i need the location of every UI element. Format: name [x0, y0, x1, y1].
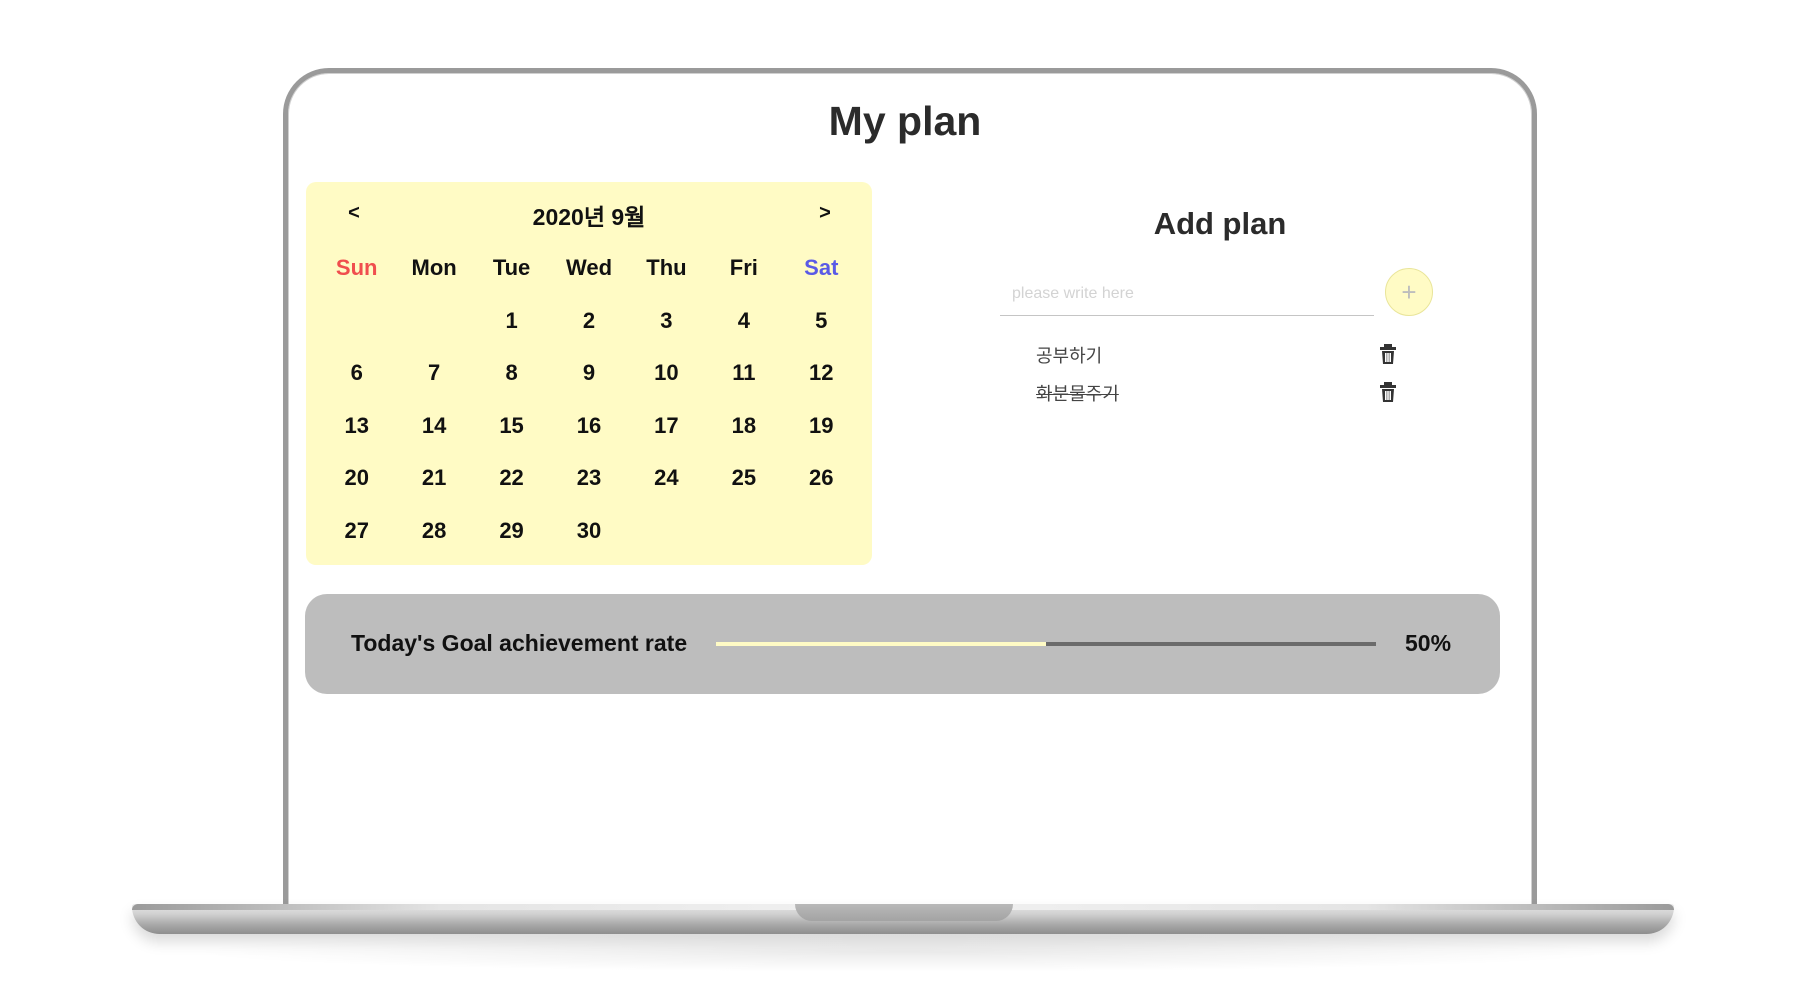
calendar-day-22[interactable]: 22	[473, 452, 550, 505]
weekday-wed: Wed	[565, 255, 613, 281]
calendar-blank-cell	[395, 295, 472, 348]
calendar-day-28[interactable]: 28	[395, 505, 472, 558]
weekday-sun: Sun	[335, 255, 378, 281]
calendar-day-9[interactable]: 9	[550, 347, 627, 400]
calendar-day-18[interactable]: 18	[705, 400, 782, 453]
weekday-sat: Sat	[804, 255, 839, 281]
plan-item[interactable]: 화분물주기	[1036, 376, 1406, 414]
calendar-day-14[interactable]: 14	[395, 400, 472, 453]
calendar-day-13[interactable]: 13	[318, 400, 395, 453]
calendar-day-19[interactable]: 19	[783, 400, 860, 453]
plan-item-text[interactable]: 공부하기	[1036, 342, 1102, 368]
calendar-day-3[interactable]: 3	[628, 295, 705, 348]
weekday-thu: Thu	[646, 255, 687, 281]
plan-input[interactable]	[1000, 272, 1374, 316]
progress-label: Today's Goal achievement rate	[351, 630, 688, 656]
calendar: < 2020년 9월 > Sun Mon Tue Wed Thu Fri Sat 1 2 3 4 5 6…	[306, 182, 872, 565]
calendar-day-5[interactable]: 5	[783, 295, 860, 348]
calendar-day-26[interactable]: 26	[783, 452, 860, 505]
calendar-day-11[interactable]: 11	[705, 347, 782, 400]
calendar-grid: Sun Mon Tue Wed Thu Fri Sat 1 2 3 4 5 6 7 8 9 10 11 12 13 14…	[318, 242, 860, 557]
progress-panel: Today's Goal achievement rate 50%	[305, 594, 1500, 694]
calendar-day-30[interactable]: 30	[550, 505, 627, 558]
calendar-day-15[interactable]: 15	[473, 400, 550, 453]
calendar-day-25[interactable]: 25	[705, 452, 782, 505]
page-title: My plan	[828, 98, 982, 144]
next-month-button[interactable]: >	[810, 202, 840, 225]
calendar-header: < 2020년 9월 >	[306, 196, 872, 236]
calendar-month-label: 2020년 9월	[532, 204, 646, 230]
laptop-notch	[795, 904, 1013, 921]
calendar-blank-cell	[318, 295, 395, 348]
calendar-day-29[interactable]: 29	[473, 505, 550, 558]
progress-value: 50%	[1405, 630, 1452, 656]
laptop-shadow	[180, 932, 1630, 972]
plan-item-text[interactable]: 화분물주기	[1036, 380, 1119, 406]
add-plan-button[interactable]: +	[1385, 268, 1433, 316]
calendar-day-10[interactable]: 10	[628, 347, 705, 400]
calendar-day-23[interactable]: 23	[550, 452, 627, 505]
calendar-day-12[interactable]: 12	[783, 347, 860, 400]
calendar-day-4[interactable]: 4	[705, 295, 782, 348]
plan-list: 공부하기화분물주기	[1036, 338, 1406, 414]
weekday-fri: Fri	[729, 255, 758, 281]
progress-fill	[716, 642, 1046, 646]
plan-item[interactable]: 공부하기	[1036, 338, 1406, 376]
trash-icon[interactable]	[1378, 381, 1398, 403]
calendar-day-20[interactable]: 20	[318, 452, 395, 505]
progress-track	[716, 642, 1376, 646]
calendar-day-6[interactable]: 6	[318, 347, 395, 400]
calendar-day-24[interactable]: 24	[628, 452, 705, 505]
calendar-day-21[interactable]: 21	[395, 452, 472, 505]
trash-icon[interactable]	[1378, 343, 1398, 365]
calendar-day-16[interactable]: 16	[550, 400, 627, 453]
add-plan-title: Add plan	[1153, 206, 1287, 241]
weekday-tue: Tue	[492, 255, 531, 281]
calendar-day-27[interactable]: 27	[318, 505, 395, 558]
calendar-day-7[interactable]: 7	[395, 347, 472, 400]
calendar-day-8[interactable]: 8	[473, 347, 550, 400]
calendar-day-2[interactable]: 2	[550, 295, 627, 348]
calendar-day-17[interactable]: 17	[628, 400, 705, 453]
weekday-mon: Mon	[411, 255, 457, 281]
calendar-day-1[interactable]: 1	[473, 295, 550, 348]
